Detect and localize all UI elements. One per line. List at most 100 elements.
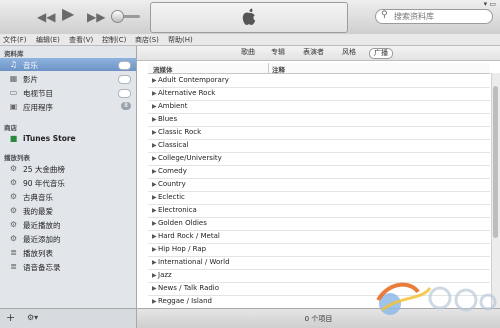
sidebar-item-playlist[interactable]: ⚙ 90 年代音乐 (0, 176, 136, 189)
column-header-stream[interactable]: 流媒体 (153, 64, 173, 74)
disclosure-triangle-icon[interactable]: ▶ (152, 116, 157, 123)
sidebar-item-playlist[interactable]: ⚙ 我的最爱 (0, 204, 136, 217)
search-input[interactable] (394, 11, 486, 21)
sidebar-item-label: 播放列表 (23, 249, 53, 258)
tab-radio[interactable]: 广播 (369, 48, 393, 59)
disclosure-triangle-icon[interactable]: ▶ (152, 90, 157, 97)
add-playlist-button[interactable]: + (6, 311, 15, 324)
sidebar-item-itunes-store[interactable]: ■ iTunes Store (0, 132, 136, 145)
table-row[interactable]: ▶ Blues (148, 113, 490, 127)
music-note-icon: ♫ (9, 60, 18, 69)
smart-playlist-gear-icon: ⚙ (9, 192, 18, 201)
smart-playlist-gear-icon: ⚙ (9, 234, 18, 243)
genre-label: Jazz (158, 271, 172, 279)
tab-genres[interactable]: 风格 (338, 48, 360, 57)
table-row[interactable]: ▶ Eclectic (148, 191, 490, 205)
next-track-icon[interactable]: ▶▶ (87, 11, 105, 23)
sidebar-item-label: iTunes Store (23, 134, 76, 143)
sidebar: 资料库 ♫ 音乐 ▦ 影片 ▭ 电视节目 ▣ 应用程序 8 商店 ■ iTune… (0, 46, 137, 308)
window-controls[interactable]: ▾ ▭ (484, 0, 496, 8)
table-row[interactable]: ▶ Country (148, 178, 490, 192)
tab-albums[interactable]: 专辑 (267, 48, 289, 57)
play-icon[interactable]: ▶ (62, 6, 74, 22)
sidebar-item-label: 语音备忘录 (23, 263, 61, 272)
table-row[interactable]: ▶ Hard Rock / Metal (148, 230, 490, 244)
genre-label: International / World (158, 258, 230, 266)
sidebar-item-music[interactable]: ♫ 音乐 (0, 58, 136, 71)
disclosure-triangle-icon[interactable]: ▶ (152, 103, 157, 110)
genre-label: Alternative Rock (158, 89, 216, 97)
sidebar-item-label: 音乐 (23, 61, 38, 70)
genre-label: Hip Hop / Rap (158, 245, 207, 253)
sidebar-item-tv-shows[interactable]: ▭ 电视节目 (0, 86, 136, 99)
disclosure-triangle-icon[interactable]: ▶ (152, 246, 157, 253)
disclosure-triangle-icon[interactable]: ▶ (152, 233, 157, 240)
genre-label: News / Talk Radio (158, 284, 220, 292)
sidebar-item-playlist[interactable]: ≣ 播放列表 (0, 246, 136, 259)
genre-label: Electronica (158, 206, 197, 214)
smart-playlist-gear-icon: ⚙ (9, 164, 18, 173)
menu-store[interactable]: 商店(S) (135, 35, 159, 45)
menu-view[interactable]: 查看(V) (69, 35, 93, 45)
disclosure-triangle-icon[interactable]: ▶ (152, 168, 157, 175)
tab-artists[interactable]: 表演者 (299, 48, 328, 57)
disclosure-triangle-icon[interactable]: ▶ (152, 298, 157, 305)
disclosure-triangle-icon[interactable]: ▶ (152, 155, 157, 162)
count-badge: 8 (121, 102, 131, 110)
search-field[interactable]: ⚲ (375, 9, 493, 24)
disclosure-triangle-icon[interactable]: ▶ (152, 142, 157, 149)
table-row[interactable]: ▶ Golden Oldies (148, 217, 490, 231)
sidebar-item-movies[interactable]: ▦ 影片 (0, 72, 136, 85)
column-divider[interactable] (268, 63, 269, 73)
sidebar-item-label: 电视节目 (23, 89, 53, 98)
settings-gear-button[interactable]: ⚙▾ (27, 313, 38, 322)
disclosure-triangle-icon[interactable]: ▶ (152, 220, 157, 227)
disclosure-triangle-icon[interactable]: ▶ (152, 129, 157, 136)
menu-controls[interactable]: 控制(C) (102, 35, 126, 45)
sidebar-item-label: 90 年代音乐 (23, 179, 65, 188)
genre-label: Golden Oldies (158, 219, 207, 227)
table-row[interactable]: ▶ Ambient (148, 100, 490, 114)
column-header-comments[interactable]: 注释 (272, 64, 285, 74)
genre-label: Reggae / Island (158, 297, 212, 305)
cloud-icon[interactable] (118, 75, 131, 84)
playlists-heading: 播放列表 (4, 154, 30, 162)
disclosure-triangle-icon[interactable]: ▶ (152, 194, 157, 201)
disclosure-triangle-icon[interactable]: ▶ (152, 77, 157, 84)
menu-help[interactable]: 帮助(H) (168, 35, 193, 45)
genre-label: Adult Contemporary (158, 76, 229, 84)
sidebar-item-playlist[interactable]: ⚙ 最近添加的 (0, 232, 136, 245)
table-row[interactable]: ▶ Comedy (148, 165, 490, 179)
scrollbar-thumb[interactable] (493, 86, 498, 238)
sidebar-item-label: 25 大金曲榜 (23, 165, 65, 174)
previous-track-icon[interactable]: ◀◀ (37, 11, 55, 23)
table-row[interactable]: ▶ Alternative Rock (148, 87, 490, 101)
menu-file[interactable]: 文件(F) (3, 35, 27, 45)
disclosure-triangle-icon[interactable]: ▶ (152, 285, 157, 292)
disclosure-triangle-icon[interactable]: ▶ (152, 272, 157, 279)
sidebar-item-playlist[interactable]: ⚙ 25 大金曲榜 (0, 162, 136, 175)
table-row[interactable]: ▶ College/University (148, 152, 490, 166)
sidebar-item-playlist[interactable]: ⚙ 最近播放的 (0, 218, 136, 231)
sidebar-item-playlist[interactable]: ≣ 语音备忘录 (0, 260, 136, 273)
table-row[interactable]: ▶ Hip Hop / Rap (148, 243, 490, 257)
disclosure-triangle-icon[interactable]: ▶ (152, 207, 157, 214)
disclosure-triangle-icon[interactable]: ▶ (152, 181, 157, 188)
table-row[interactable]: ▶ International / World (148, 256, 490, 270)
menu-edit[interactable]: 编辑(E) (36, 35, 60, 45)
cloud-icon[interactable] (118, 61, 131, 70)
smart-playlist-gear-icon: ⚙ (9, 220, 18, 229)
sidebar-item-label: 应用程序 (23, 103, 53, 112)
tab-songs[interactable]: 歌曲 (237, 48, 259, 57)
genre-label: Blues (158, 115, 178, 123)
table-row[interactable]: ▶ Electronica (148, 204, 490, 218)
cloud-icon[interactable] (118, 89, 131, 98)
sidebar-item-apps[interactable]: ▣ 应用程序 8 (0, 100, 136, 113)
disclosure-triangle-icon[interactable]: ▶ (152, 259, 157, 266)
volume-knob[interactable] (111, 10, 124, 23)
sidebar-item-playlist[interactable]: ⚙ 古典音乐 (0, 190, 136, 203)
table-row[interactable]: ▶ Adult Contemporary (148, 74, 490, 88)
sidebar-item-label: 最近添加的 (23, 235, 61, 244)
table-row[interactable]: ▶ Classic Rock (148, 126, 490, 140)
table-row[interactable]: ▶ Classical (148, 139, 490, 153)
